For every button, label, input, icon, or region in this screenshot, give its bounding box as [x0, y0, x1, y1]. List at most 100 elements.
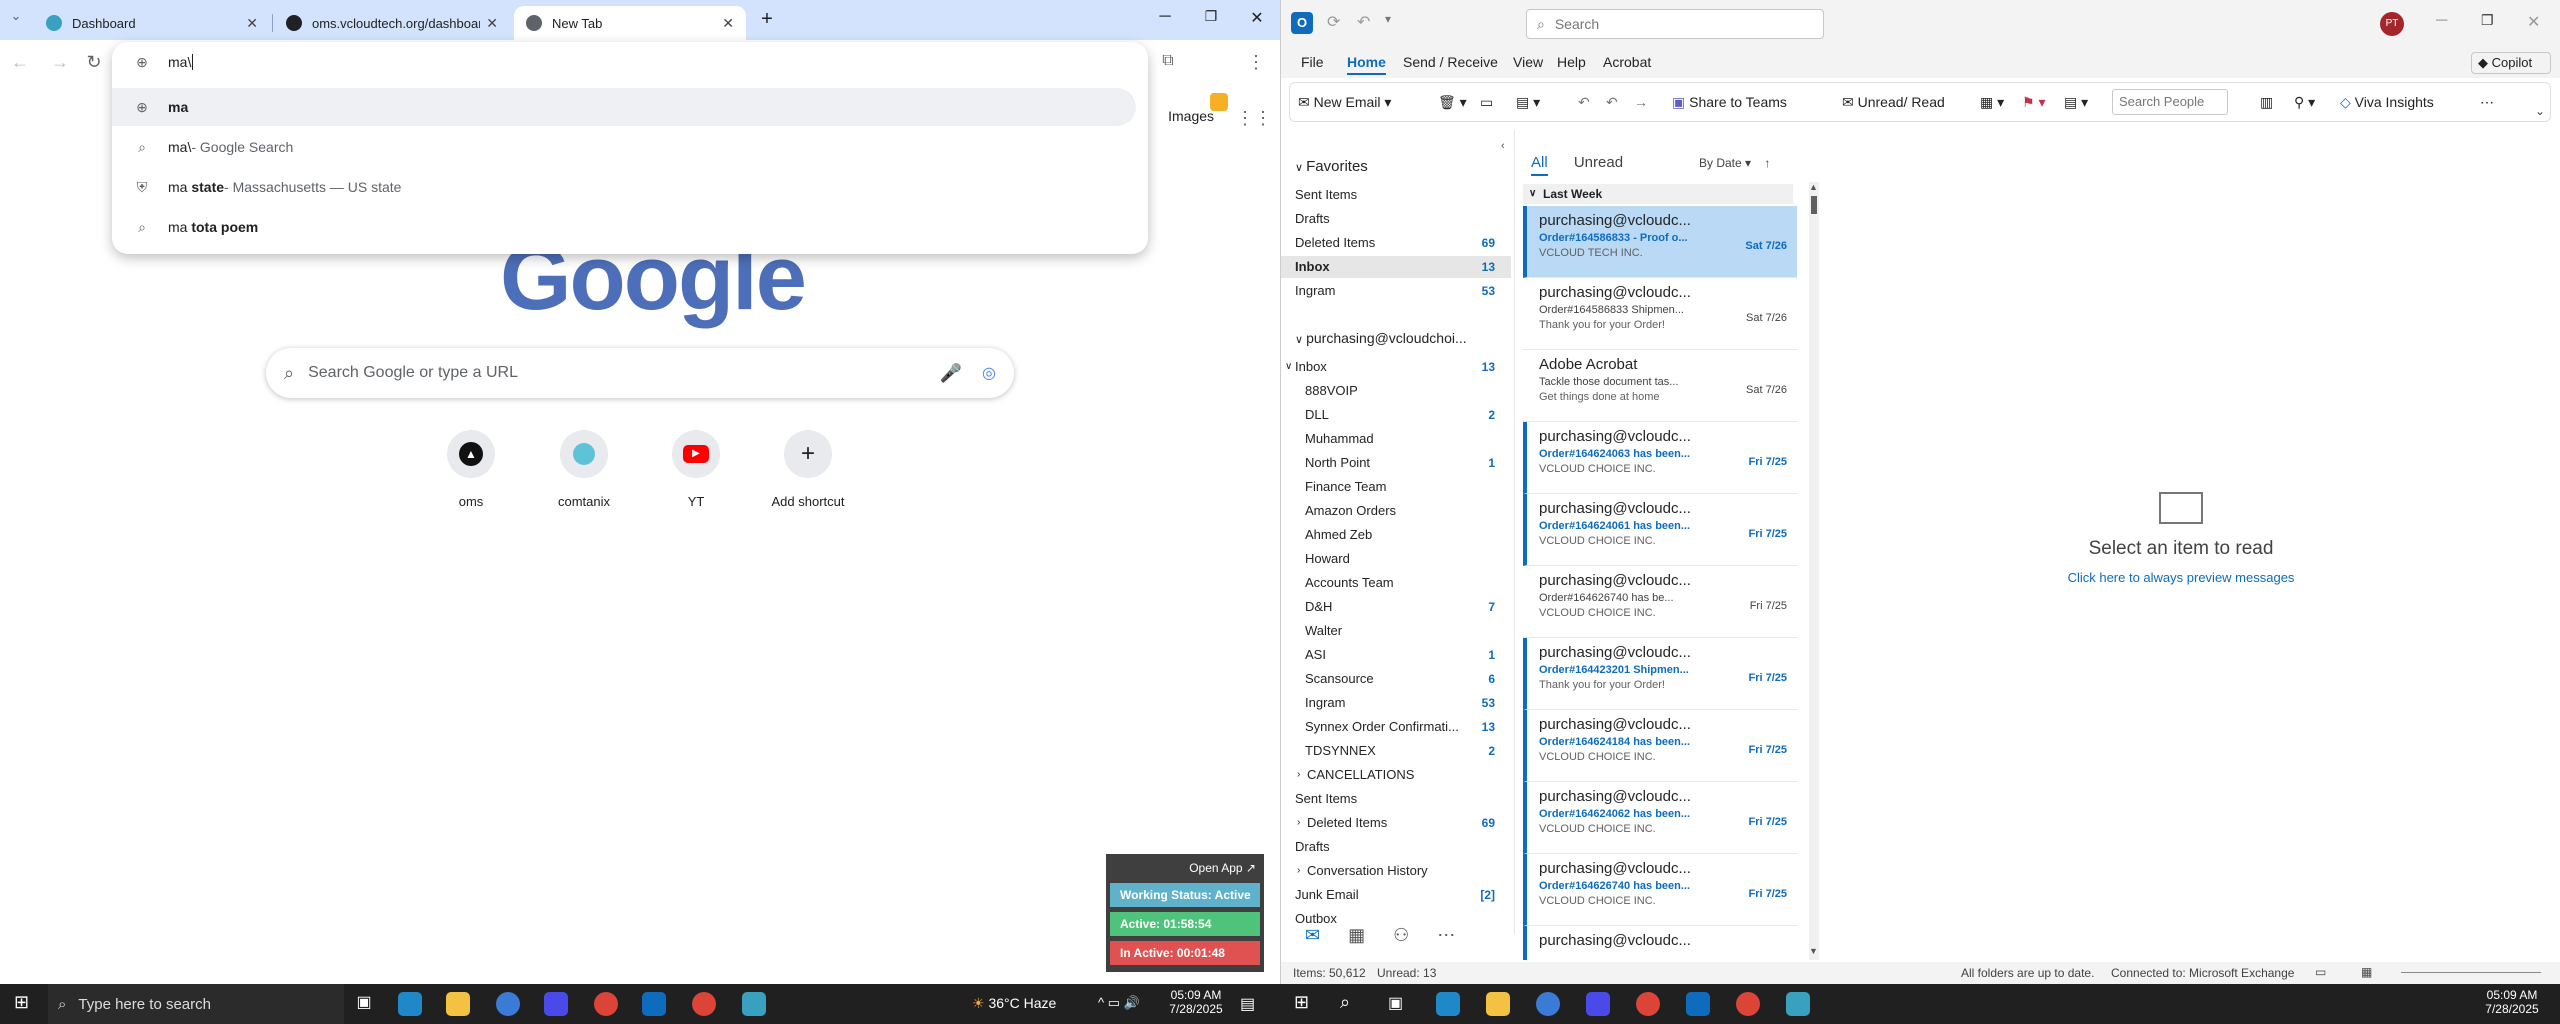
lens-icon[interactable]: ◎	[982, 363, 996, 383]
message-item[interactable]: purchasing@vcloudc... Order#164624063 has…	[1523, 422, 1797, 494]
taskbar-search[interactable]: ⌕ Type here to search	[48, 984, 344, 1024]
folder-item[interactable]: Howard	[1281, 548, 1511, 570]
collapse-pane-icon[interactable]: ‹	[1501, 140, 1505, 152]
share-to-teams-button[interactable]: ▣ Share to Teams	[1672, 94, 1787, 111]
chrome-icon[interactable]	[594, 992, 618, 1016]
tab-send-receive[interactable]: Send / Receive	[1403, 54, 1498, 70]
tab-new-tab[interactable]: New Tab ✕	[514, 6, 746, 40]
normal-view-icon[interactable]: ▭	[2315, 965, 2326, 979]
message-item[interactable]: purchasing@vcloudc... Order#164626740 has…	[1523, 854, 1797, 926]
delete-button[interactable]: 🗑 ▾	[1438, 94, 1467, 111]
new-tab-button[interactable]: +	[752, 8, 782, 31]
folder-item[interactable]: Ahmed Zeb	[1281, 524, 1511, 546]
close-window-button[interactable]: ✕	[1242, 8, 1272, 28]
filter-unread-tab[interactable]: Unread	[1574, 154, 1623, 171]
outlook-icon[interactable]	[642, 992, 666, 1016]
group-header[interactable]: ∨ Last Week	[1523, 184, 1793, 204]
zoom-icon[interactable]	[544, 992, 568, 1016]
favorite-folder[interactable]: Sent Items	[1281, 184, 1511, 206]
people-icon[interactable]: ⚇	[1393, 925, 1409, 955]
zoom-icon[interactable]	[1586, 992, 1610, 1016]
forward-button[interactable]: →	[48, 52, 72, 73]
folder-item[interactable]: Junk Email [2]	[1281, 884, 1511, 906]
folder-item[interactable]: Walter	[1281, 620, 1511, 642]
avatar[interactable]: PT	[2380, 12, 2404, 36]
scroll-down-icon[interactable]: ▼	[1809, 946, 1818, 956]
edge-icon[interactable]	[398, 992, 422, 1016]
windows-start-icon[interactable]: ⊞	[1294, 992, 1309, 1013]
tab-acrobat[interactable]: Acrobat	[1603, 54, 1651, 70]
flag-button[interactable]: ⚑ ▾	[2022, 94, 2045, 111]
omnibox-suggestion[interactable]: ⛨ ma state - Massachusetts — US state	[112, 168, 1136, 206]
folder-item[interactable]: Muhammad	[1281, 428, 1511, 450]
favorites-header[interactable]: ∨ Favorites	[1295, 158, 1368, 175]
message-item[interactable]: purchasing@vcloudc...	[1523, 926, 1797, 960]
omnibox-suggestion[interactable]: ⌕ ma tota poem	[112, 208, 1136, 246]
reply-button[interactable]: ↶	[1578, 94, 1590, 111]
open-app-button[interactable]: Open App ↗	[1110, 858, 1260, 878]
unread-read-button[interactable]: ✉ Unread/ Read	[1842, 94, 1945, 111]
tab-search-chevron-icon[interactable]: ⌄	[4, 8, 28, 24]
chrome-icon[interactable]	[1536, 992, 1560, 1016]
tab-dashboard[interactable]: Dashboard ✕	[34, 6, 270, 40]
folder-item[interactable]: Ingram 53	[1281, 692, 1511, 714]
ribbon-expand-chevron-icon[interactable]: ⌄	[2535, 104, 2545, 118]
chevron-right-icon[interactable]: ›	[1297, 812, 1300, 834]
folder-item[interactable]: › Deleted Items 69	[1281, 812, 1511, 834]
folder-item[interactable]: ∨ Inbox 13	[1281, 356, 1511, 378]
sync-icon[interactable]: ⟳	[1327, 12, 1340, 32]
copilot-button[interactable]: ◆ Copilot	[2471, 52, 2551, 74]
calendar-icon[interactable]: ▦	[1348, 925, 1365, 955]
message-list-scrollbar[interactable]	[1809, 182, 1819, 960]
address-book-icon[interactable]: ▥	[2260, 94, 2273, 111]
tracker-app-icon[interactable]	[742, 992, 766, 1016]
tab-oms-dashboard[interactable]: oms.vcloudtech.org/dashboard ✕	[274, 6, 510, 40]
message-item[interactable]: purchasing@vcloudc... Order#164626740 has…	[1523, 566, 1797, 638]
zoom-slider[interactable]	[2401, 972, 2541, 973]
favorite-folder[interactable]: Drafts	[1281, 208, 1511, 230]
tray-icons[interactable]: ^ ▭ 🔊	[1098, 995, 1140, 1011]
move-button[interactable]: ▤ ▾	[1516, 94, 1540, 111]
task-view-icon[interactable]: ▣	[352, 992, 376, 1016]
extensions-icon[interactable]: ⧉	[1156, 52, 1180, 70]
chrome-icon[interactable]	[1736, 992, 1760, 1016]
forward-button[interactable]: →	[1634, 94, 1648, 110]
message-item[interactable]: purchasing@vcloudc... Order#164423201 Shi…	[1523, 638, 1797, 710]
message-item[interactable]: purchasing@vcloudc... Order#164624061 has…	[1523, 494, 1797, 566]
back-button[interactable]: ←	[8, 52, 32, 73]
reading-view-icon[interactable]: ▦	[2361, 965, 2372, 979]
preview-messages-link[interactable]: Click here to always preview messages	[1821, 570, 2541, 585]
microphone-icon[interactable]: 🎤	[940, 363, 962, 384]
clock-left[interactable]: 05:09 AM 7/28/2025	[1160, 988, 1232, 1016]
reply-all-button[interactable]: ↶	[1606, 94, 1618, 111]
archive-button[interactable]: ▭	[1480, 94, 1493, 111]
omnibox-input[interactable]: ⊕ ma\	[112, 42, 1148, 82]
close-window-button[interactable]: ✕	[2527, 12, 2540, 32]
new-email-button[interactable]: ✉ New Email ▾	[1298, 94, 1391, 111]
menu-kebab-icon[interactable]: ⋮	[1244, 52, 1268, 73]
windows-start-icon[interactable]: ⊞	[14, 992, 29, 1013]
more-options-icon[interactable]: ⋯	[2480, 94, 2494, 111]
close-icon[interactable]: ✕	[722, 15, 734, 32]
favorite-folder[interactable]: Deleted Items 69	[1281, 232, 1511, 254]
tracker-app-icon[interactable]	[1786, 992, 1810, 1016]
message-item[interactable]: purchasing@vcloudc... Order#164624184 has…	[1523, 710, 1797, 782]
apps-grid-icon[interactable]: ⋮⋮⋮	[1236, 108, 1280, 129]
outlook-search[interactable]: ⌕ Search	[1526, 9, 1824, 39]
filter-all-tab[interactable]: All	[1531, 154, 1548, 176]
folder-item[interactable]: › Conversation History	[1281, 860, 1511, 882]
chrome-icon[interactable]	[496, 992, 520, 1016]
task-view-icon[interactable]: ▣	[1388, 993, 1403, 1013]
folder-item[interactable]: Amazon Orders	[1281, 500, 1511, 522]
shortcut-comtanix[interactable]: comtanix	[528, 430, 640, 509]
quick-access-chevron-icon[interactable]: ▾	[1385, 12, 1391, 26]
message-item[interactable]: purchasing@vcloudc... Order#164624062 has…	[1523, 782, 1797, 854]
undo-icon[interactable]: ↶	[1357, 12, 1370, 32]
search-icon[interactable]: ⌕	[1340, 992, 1350, 1013]
chrome-icon[interactable]	[692, 992, 716, 1016]
sort-by-date-button[interactable]: By Date ▾ ↑	[1699, 156, 1770, 170]
images-link[interactable]: Images	[1168, 108, 1214, 124]
message-item[interactable]: purchasing@vcloudc... Order#164586833 - P…	[1523, 206, 1797, 278]
message-item[interactable]: purchasing@vcloudc... Order#164586833 Shi…	[1523, 278, 1797, 350]
shortcut-add[interactable]: + Add shortcut	[752, 430, 864, 509]
